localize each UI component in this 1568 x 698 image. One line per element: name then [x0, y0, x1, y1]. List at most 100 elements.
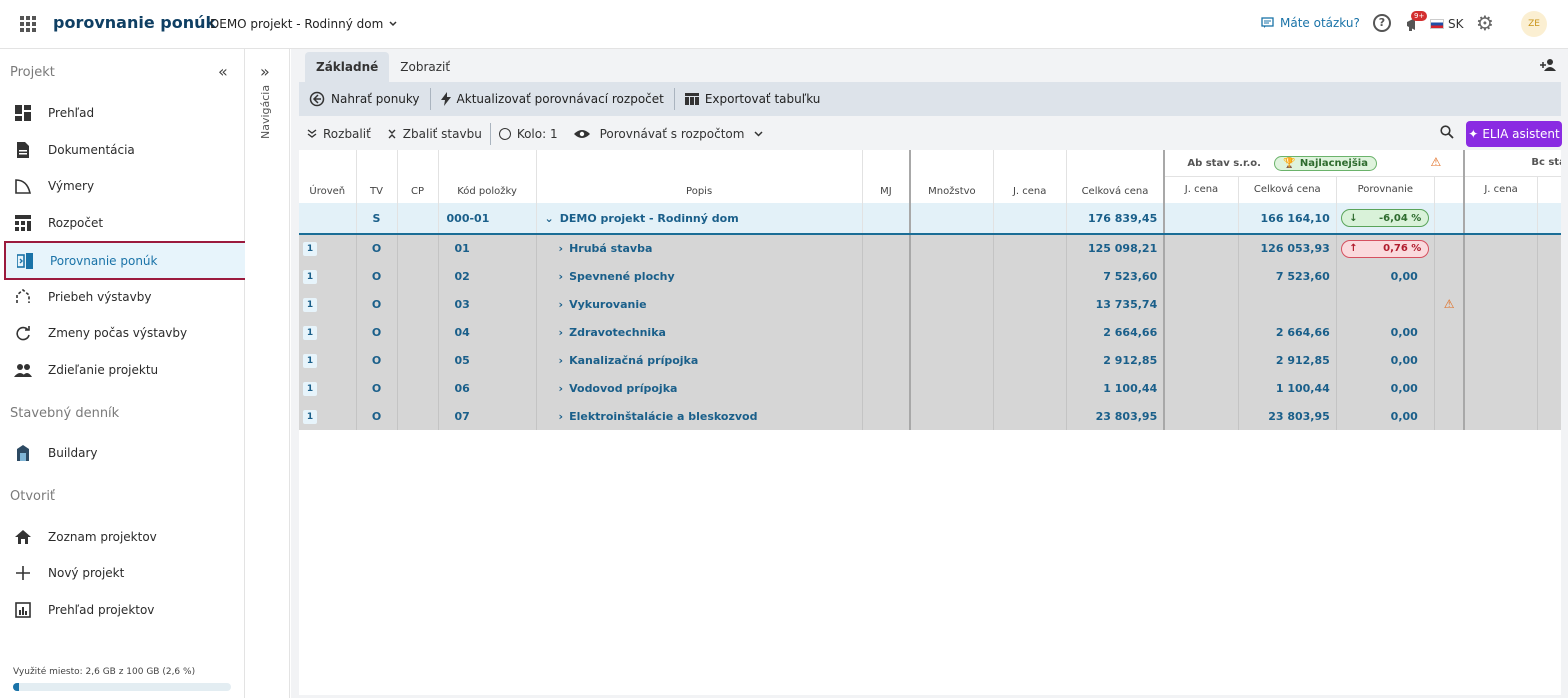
column-header-bidder-unit-price[interactable]: J. cena [1164, 175, 1239, 203]
cell-code: 07 [438, 402, 537, 430]
column-header-total[interactable]: Celková cena [1066, 150, 1166, 203]
double-chevron-left-icon[interactable]: « [218, 62, 228, 81]
changes-icon [14, 324, 32, 342]
cell-tv: O [356, 346, 398, 374]
sidebar-item-rozpocet[interactable]: Rozpočet [4, 205, 250, 241]
cell-tv: O [356, 290, 398, 318]
chevron-right-icon[interactable]: › [559, 410, 564, 423]
search-icon[interactable] [1440, 125, 1454, 139]
table-row[interactable]: 1 O 04 › Zdravotechnika 2 664,66 2 664,66 0,00 [299, 318, 1561, 346]
avatar[interactable]: ZE [1521, 11, 1547, 37]
cell-bidder-flag [1434, 262, 1466, 290]
export-table-button[interactable]: Exportovať tabuľku [675, 82, 831, 116]
row-description: Zdravotechnika [569, 325, 666, 339]
cell-unit [862, 290, 912, 318]
cell-bidder-flag [1434, 203, 1466, 235]
column-header-unit[interactable]: MJ [862, 150, 912, 203]
apps-grid-icon[interactable] [20, 16, 36, 32]
sidebar-item-novy-projekt[interactable]: Nový projekt [4, 555, 250, 591]
sidebar-item-porovnanie-ponuk[interactable]: Porovnanie ponúk [4, 241, 250, 280]
sidebar-item-label: Priebeh výstavby [48, 290, 152, 304]
chevron-right-icon[interactable]: › [559, 354, 564, 367]
cell-tv: S [356, 203, 398, 235]
main-content: Základné Zobraziť Nahrať ponuky Aktualiz… [291, 49, 1568, 698]
double-chevron-right-icon[interactable]: » [260, 62, 270, 81]
collapse-button[interactable]: Zbaliť stavbu [379, 118, 490, 150]
sidebar-item-label: Výmery [48, 179, 95, 193]
chevron-right-icon[interactable]: › [559, 382, 564, 395]
table-row[interactable]: 1 O 01 › Hrubá stavba 125 098,21 126 053,93 ↑ 0,… [299, 234, 1561, 262]
sidebar-item-priebeh-vystavby[interactable]: Priebeh výstavby [4, 279, 250, 315]
cell-level: 1 [299, 402, 357, 430]
column-header-bidder-flag [1434, 175, 1466, 203]
ribbon-toolbar: Nahrať ponuky Aktualizovať porovnávací r… [299, 82, 1561, 116]
sidebar-item-vymery[interactable]: Výmery [4, 168, 250, 204]
cell-bidder-unit-price [1164, 262, 1239, 290]
cell-bidder-unit-price [1164, 318, 1239, 346]
cell-bidder-total: 23 803,95 [1238, 402, 1337, 430]
sidebar-item-zdielanie[interactable]: Zdieľanie projektu [4, 352, 250, 388]
column-header-code[interactable]: Kód položky [438, 150, 537, 203]
column-header-description[interactable]: Popis [536, 150, 863, 203]
update-budget-button[interactable]: Aktualizovať porovnávací rozpočet [431, 82, 674, 116]
table-row[interactable]: 1 O 02 › Spevnené plochy 7 523,60 7 523,60 0,00 [299, 262, 1561, 290]
update-budget-label: Aktualizovať porovnávací rozpočet [456, 92, 664, 106]
elia-assistant-button[interactable]: ✦ ELIA asistent [1466, 121, 1562, 147]
cell-bidder-unit-price [1164, 402, 1239, 430]
tab-zakladne[interactable]: Základné [305, 52, 390, 82]
tab-zobrazit[interactable]: Zobraziť [389, 52, 461, 82]
sidebar-item-prehlad-projektov[interactable]: Prehľad projektov [4, 592, 250, 628]
table-row-root[interactable]: S 000-01 ⌄ DEMO projekt - Rodinný dom 176… [299, 203, 1561, 235]
chevron-down-icon[interactable]: ⌄ [545, 212, 554, 225]
sidebar-item-zmeny[interactable]: Zmeny počas výstavby [4, 315, 250, 351]
cell-bidder2-unit-price [1464, 234, 1538, 262]
row-description: Hrubá stavba [569, 242, 653, 255]
gear-icon[interactable]: ⚙ [1476, 13, 1496, 33]
sidebar-item-zoznam-projektov[interactable]: Zoznam projektov [4, 519, 250, 555]
table-row[interactable]: 1 O 03 › Vykurovanie 13 735,74 ⚠ [299, 290, 1561, 318]
chevron-right-icon[interactable]: › [559, 326, 564, 339]
column-header-level[interactable]: Úroveň [299, 150, 357, 203]
cell-description: › Zdravotechnika [536, 318, 863, 346]
chevron-right-icon[interactable]: › [559, 270, 564, 283]
cell-cp [397, 234, 439, 262]
help-question-icon[interactable]: ? [1373, 14, 1391, 32]
column-header-unit-price[interactable]: J. cena [993, 150, 1067, 203]
chevron-right-icon[interactable]: › [559, 242, 564, 255]
help-link[interactable]: Máte otázku? [1261, 16, 1360, 30]
table-row[interactable]: 1 O 06 › Vodovod prípojka 1 100,44 1 100,44 0,0… [299, 374, 1561, 402]
cell-quantity [910, 402, 994, 430]
cell-bidder2-unit-price [1464, 203, 1538, 235]
column-header-bidder2-unit-price[interactable]: J. cena [1464, 175, 1538, 203]
cell-bidder-comparison: ↓ -6,04 % [1336, 203, 1435, 235]
navigation-label[interactable]: Navigácia [259, 85, 272, 139]
round-label: Kolo: 1 [516, 127, 558, 141]
expand-button[interactable]: Rozbaliť [299, 118, 379, 150]
sidebar-item-prehlad[interactable]: Prehľad [4, 95, 250, 131]
cell-description: › Vodovod prípojka [536, 374, 863, 402]
upload-offers-button[interactable]: Nahrať ponuky [299, 82, 430, 116]
cell-bidder2-next [1537, 234, 1561, 262]
round-selector[interactable]: Kolo: 1 [491, 118, 566, 150]
language-selector[interactable]: SK [1430, 17, 1464, 31]
cell-bidder2-next [1537, 402, 1561, 430]
column-header-tv[interactable]: TV [356, 150, 398, 203]
table-row[interactable]: 1 O 05 › Kanalizačná prípojka 2 912,85 2 912,8… [299, 346, 1561, 374]
cell-bidder-total: 1 100,44 [1238, 374, 1337, 402]
cell-bidder-comparison: 0,00 [1336, 262, 1435, 290]
column-header-cp[interactable]: CP [397, 150, 439, 203]
warning-icon: ⚠ [1430, 154, 1442, 169]
column-header-quantity[interactable]: Množstvo [910, 150, 994, 203]
cell-description: › Kanalizačná prípojka [536, 346, 863, 374]
chevron-right-icon[interactable]: › [559, 298, 564, 311]
compare-with-budget-dropdown[interactable]: Porovnávať s rozpočtom [566, 118, 772, 150]
sidebar-item-buildary[interactable]: Buildary [4, 435, 250, 471]
column-header-bidder-total[interactable]: Celková cena [1238, 175, 1337, 203]
add-person-icon[interactable] [1540, 59, 1556, 75]
table-row[interactable]: 1 O 07 › Elektroinštalácie a bleskozvod 23 80… [299, 402, 1561, 430]
storage-usage-text: Využité miesto: 2,6 GB z 100 GB (2,6 %) [13, 667, 196, 677]
column-header-bidder-comparison[interactable]: Porovnanie [1336, 175, 1435, 203]
cell-unit-price [993, 234, 1067, 262]
project-selector[interactable]: DEMO projekt - Rodinný dom [210, 17, 397, 31]
sidebar-item-dokumentacia[interactable]: Dokumentácia [4, 132, 250, 168]
